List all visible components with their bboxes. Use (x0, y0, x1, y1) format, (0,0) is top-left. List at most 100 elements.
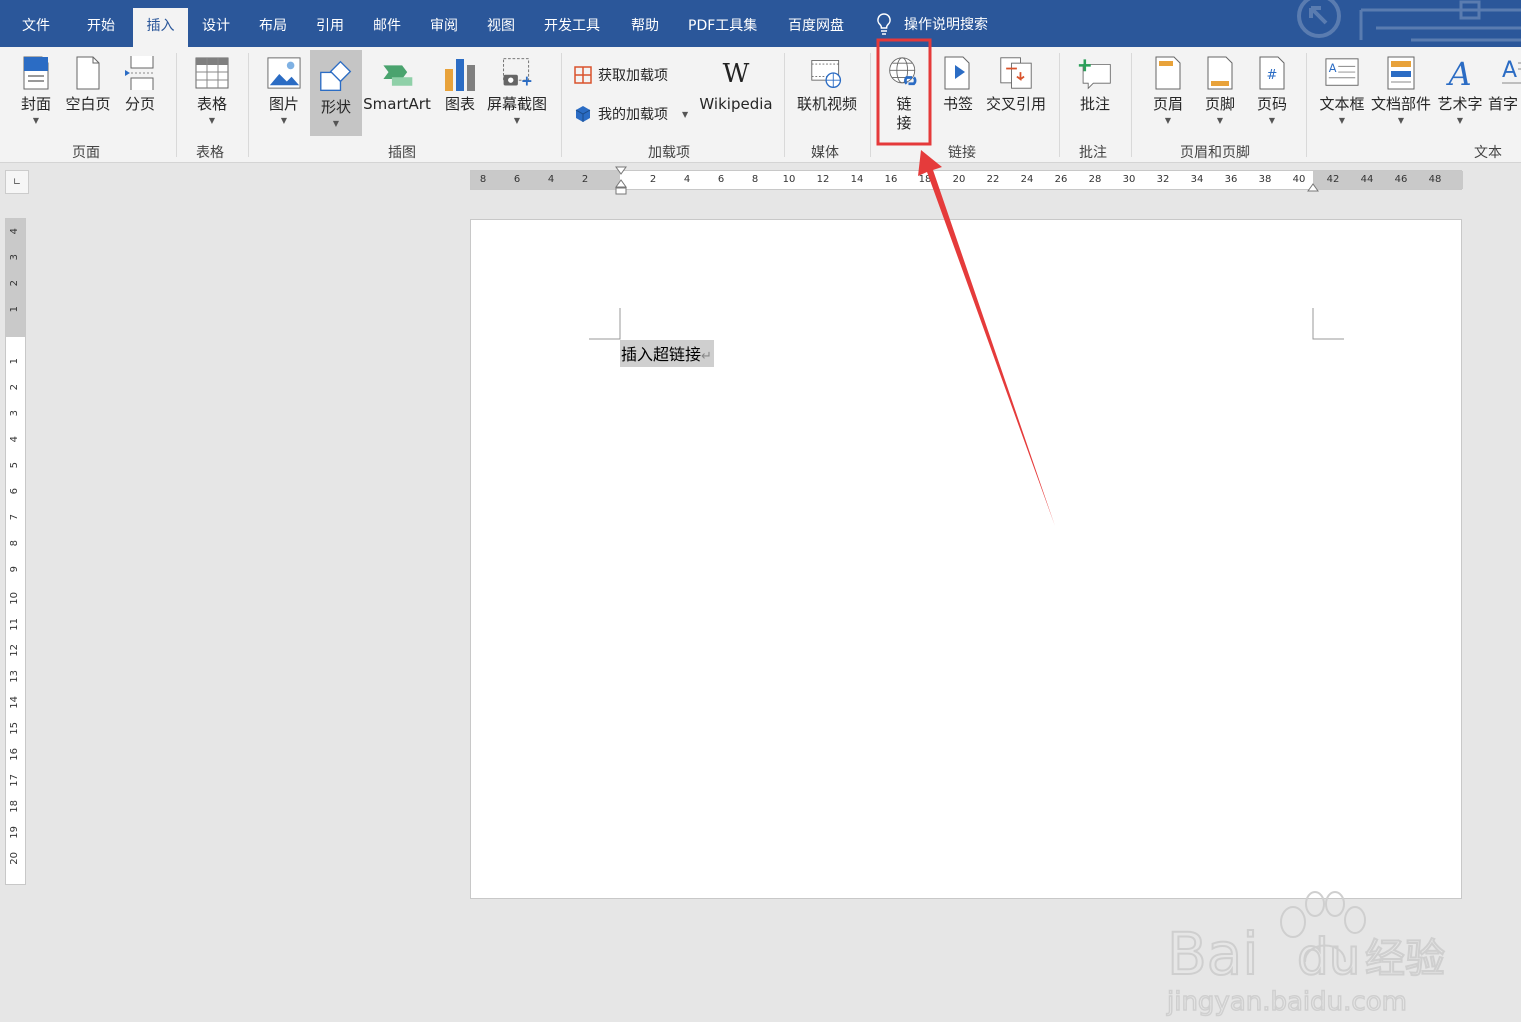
svg-text:Bai: Bai (1167, 920, 1258, 988)
tab-design[interactable]: 设计 (202, 8, 230, 47)
group-label-pages: 页面 (72, 145, 100, 161)
tab-insert[interactable]: 插入 (133, 8, 188, 47)
online-video-button[interactable]: 联机视频 (796, 47, 858, 113)
store-grid-icon (574, 66, 592, 84)
ruler-tick-label: 12 (816, 174, 830, 185)
bookmark-icon (944, 56, 970, 90)
cross-reference-icon (1000, 57, 1032, 89)
table-label: 表格 (196, 95, 227, 113)
group-separator (784, 53, 785, 157)
footer-button[interactable]: 页脚 ▼ (1200, 47, 1240, 125)
page-number-button[interactable]: # 页码 ▼ (1252, 47, 1292, 125)
chevron-down-icon: ▼ (1397, 116, 1405, 125)
chevron-down-icon: ▼ (1216, 116, 1224, 125)
blank-page-button[interactable]: 空白页 (64, 47, 112, 113)
online-video-label: 联机视频 (796, 95, 857, 113)
svg-text:jingyan.baidu.com: jingyan.baidu.com (1166, 987, 1407, 1017)
ruler-tick-label: 4 (683, 174, 691, 185)
tell-me-search[interactable]: 操作说明搜索 (876, 0, 988, 47)
ruler-tick-label: 1 (9, 358, 20, 365)
ruler-tick-label: 48 (1428, 174, 1442, 185)
link-button[interactable]: 链 接 (880, 47, 928, 133)
wikipedia-button[interactable]: W Wikipedia (699, 47, 772, 113)
cover-page-button[interactable]: 封面 ▼ (16, 47, 56, 125)
group-label-media: 媒体 (811, 145, 839, 161)
page-break-button[interactable]: 分页 (120, 47, 160, 113)
document-page[interactable]: 插入超链接↵ (470, 219, 1462, 899)
header-button[interactable]: 页眉 ▼ (1148, 47, 1188, 125)
my-addins-button[interactable]: 我的加载项 ▼ (574, 104, 688, 124)
table-icon (195, 57, 229, 89)
new-comment-button[interactable]: 批注 (1074, 47, 1116, 113)
quick-parts-button[interactable]: 文档部件 ▼ (1370, 47, 1432, 125)
ruler-left-margin (471, 171, 620, 189)
wordart-button[interactable]: A 艺术字 ▼ (1436, 47, 1484, 125)
baidu-jingyan-watermark: Bai du 经验 jingyan.baidu.com (1165, 891, 1446, 1018)
chevron-down-icon: ▼ (32, 116, 40, 125)
tell-me-label: 操作说明搜索 (904, 16, 988, 33)
drop-cap-icon: A (1502, 58, 1521, 84)
ruler-tick-label: 20 (9, 852, 20, 865)
screenshot-label: 屏幕截图 (486, 95, 547, 113)
tab-mailings[interactable]: 邮件 (373, 8, 401, 47)
ruler-tick-label: 2 (649, 174, 657, 185)
drop-cap-label: 首字 (1488, 95, 1519, 113)
ruler-tick-label: 12 (9, 644, 20, 657)
ruler-tick-label: 2 (9, 384, 20, 391)
page-break-label: 分页 (124, 95, 155, 113)
wordart-label: 艺术字 (1437, 95, 1483, 113)
tab-help[interactable]: 帮助 (631, 8, 659, 47)
ruler-tick-label: 8 (479, 174, 487, 185)
get-addins-button[interactable]: 获取加载项 (574, 65, 668, 85)
quick-parts-icon (1387, 56, 1415, 90)
ruler-tick-label: 18 (9, 800, 20, 813)
selected-document-text[interactable]: 插入超链接↵ (620, 340, 714, 367)
tab-pdf-tools[interactable]: PDF工具集 (688, 8, 757, 47)
online-video-icon (811, 60, 842, 88)
cross-reference-button[interactable]: 交叉引用 (985, 47, 1047, 113)
group-label-comments: 批注 (1079, 145, 1107, 161)
tab-view[interactable]: 视图 (487, 8, 515, 47)
picture-button[interactable]: 图片 ▼ (262, 47, 306, 125)
drop-cap-button[interactable]: A 首字 (1488, 47, 1521, 113)
ruler-tick-label: 8 (751, 174, 759, 185)
indent-marker-icon[interactable] (615, 166, 627, 196)
tab-references[interactable]: 引用 (316, 8, 344, 47)
svg-text:A: A (1502, 58, 1517, 83)
menu-tab-bar: 文件 开始 插入 设计 布局 引用 邮件 审阅 视图 开发工具 帮助 PDF工具… (0, 0, 1521, 47)
ruler-tick-label: 34 (1190, 174, 1204, 185)
tab-file[interactable]: 文件 (22, 8, 50, 47)
text-box-button[interactable]: A 文本框 ▼ (1318, 47, 1366, 125)
bar-chart-icon (445, 59, 475, 91)
group-separator (870, 53, 871, 157)
smartart-button[interactable]: SmartArt (363, 47, 431, 113)
bookmark-button[interactable]: 书签 (938, 47, 978, 113)
table-button[interactable]: 表格 ▼ (190, 47, 234, 125)
ruler-tick-label: 7 (9, 514, 20, 521)
hyperlink-globe-icon (889, 57, 917, 86)
vertical-ruler[interactable]: 4 3 2 1 1 2 3 4 5 6 7 8 9 10 11 12 13 14 15 16 17 18 19 20 (5, 218, 26, 885)
addins-cube-icon (575, 106, 591, 122)
chevron-down-icon: ▼ (1268, 116, 1276, 125)
ruler-tick-label: 2 (9, 280, 20, 287)
chart-button[interactable]: 图表 (440, 47, 480, 113)
ruler-tick-label: 42 (1326, 174, 1340, 185)
tab-baidu-netdisk[interactable]: 百度网盘 (788, 8, 844, 47)
document-workspace: ∟ 8 6 4 2 2 4 6 8 10 12 14 16 18 20 22 24 26 28 30 32 34 36 38… (0, 164, 1521, 1018)
ruler-tick-label: 11 (9, 618, 20, 631)
tab-developer[interactable]: 开发工具 (544, 8, 600, 47)
group-label-tables: 表格 (196, 145, 224, 161)
shapes-button[interactable]: 形状 ▼ (310, 50, 362, 136)
tab-layout[interactable]: 布局 (259, 8, 287, 47)
screenshot-button[interactable]: 屏幕截图 ▼ (486, 47, 548, 125)
svg-text:#: # (1267, 68, 1278, 83)
chevron-down-icon: ▼ (1456, 116, 1464, 125)
tab-stop-selector[interactable]: ∟ (5, 170, 29, 194)
ruler-tick-label: 10 (9, 592, 20, 605)
horizontal-ruler[interactable]: 8 6 4 2 2 4 6 8 10 12 14 16 18 20 22 24 26 28 30 32 34 36 38 40… (470, 166, 1463, 195)
right-indent-marker-icon[interactable] (1307, 181, 1319, 193)
chevron-down-icon: ▼ (280, 116, 288, 125)
group-separator (1059, 53, 1060, 157)
tab-home[interactable]: 开始 (87, 8, 115, 47)
tab-review[interactable]: 审阅 (430, 8, 458, 47)
